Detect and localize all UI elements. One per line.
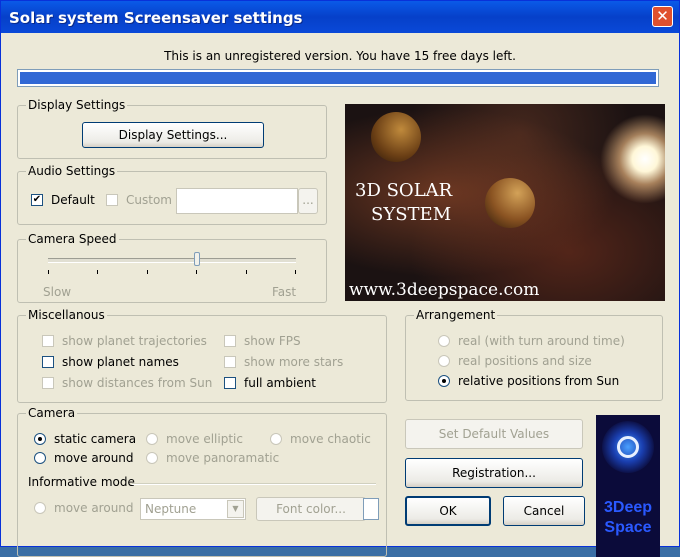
audio-browse-button[interactable]: ... <box>298 188 318 214</box>
move-elliptic-label: move elliptic <box>166 432 243 446</box>
show-planet-trajectories-checkbox[interactable] <box>42 335 54 347</box>
show-planet-names-label: show planet names <box>62 355 179 369</box>
logo-text-line1: 3Deep <box>603 499 653 516</box>
display-settings-group: Display Settings Display Settings... <box>17 98 327 159</box>
camera-speed-thumb[interactable] <box>193 252 200 266</box>
arrangement-real-label: real (with turn around time) <box>458 334 625 348</box>
show-more-stars-label: show more stars <box>244 355 344 369</box>
move-panoramatic-radio[interactable] <box>146 452 158 464</box>
informative-mode-divider <box>132 483 376 485</box>
move-chaotic-radio[interactable] <box>270 433 282 445</box>
miscellanous-legend: Miscellanous <box>26 308 107 322</box>
planet-select-value: Neptune <box>145 502 197 516</box>
ok-button[interactable]: OK <box>405 496 491 526</box>
default-audio-label: Default <box>51 193 95 207</box>
arrangement-group: Arrangement real (with turn around time)… <box>405 308 663 401</box>
miscellanous-group: Miscellanous show planet trajectories sh… <box>17 308 387 403</box>
chevron-down-icon[interactable]: ▼ <box>227 500 244 518</box>
close-icon: ✕ <box>656 7 669 25</box>
3deepspace-logo: 3Deep Space <box>596 415 660 557</box>
planet-select[interactable]: Neptune ▼ <box>140 498 246 520</box>
trial-progress-fill <box>20 72 656 84</box>
fast-label: Fast <box>272 285 297 299</box>
arrangement-relative-radio[interactable] <box>438 375 450 387</box>
radio-selected-dot <box>38 437 42 441</box>
logo-text-line2: Space <box>604 519 652 536</box>
cancel-button[interactable]: Cancel <box>503 496 585 526</box>
informative-mode-label: Informative mode <box>28 475 135 489</box>
show-distances-label: show distances from Sun <box>62 376 213 390</box>
display-settings-button[interactable]: Display Settings... <box>82 122 264 148</box>
move-around-label: move around <box>54 451 134 465</box>
static-camera-label: static camera <box>54 432 137 446</box>
biohazard-ring <box>617 436 639 458</box>
check-icon: ✔ <box>32 194 42 205</box>
show-more-stars-checkbox[interactable] <box>224 356 236 368</box>
settings-window: Solar system Screensaver settings ✕ This… <box>0 0 680 557</box>
custom-audio-label: Custom <box>126 193 172 207</box>
image-website-url: www.3deepspace.com <box>349 280 540 300</box>
static-camera-radio[interactable] <box>34 433 46 445</box>
radio-selected-dot <box>442 379 446 383</box>
full-ambient-label: full ambient <box>244 376 316 390</box>
arrangement-real-positions-label: real positions and size <box>458 354 592 368</box>
camera-legend: Camera <box>26 406 78 420</box>
solar-system-preview-image: 3D SOLAR SYSTEM www.3deepspace.com <box>345 104 665 301</box>
display-settings-legend: Display Settings <box>26 98 128 112</box>
title-bar[interactable]: Solar system Screensaver settings ✕ <box>1 1 679 33</box>
move-elliptic-radio[interactable] <box>146 433 158 445</box>
trial-progress-bar <box>17 69 659 87</box>
arrangement-real-positions-radio[interactable] <box>438 355 450 367</box>
full-ambient-checkbox[interactable] <box>224 377 236 389</box>
show-planet-trajectories-label: show planet trajectories <box>62 334 207 348</box>
window-title: Solar system Screensaver settings <box>9 9 303 27</box>
font-color-button[interactable]: Font color... <box>256 497 366 521</box>
set-default-values-button[interactable]: Set Default Values <box>405 419 583 449</box>
audio-settings-group: Audio Settings ✔ Default Custom ... <box>17 164 327 225</box>
registration-button[interactable]: Registration... <box>405 458 583 488</box>
close-button[interactable]: ✕ <box>652 6 673 27</box>
camera-group: Camera static camera move elliptic move … <box>17 406 387 557</box>
custom-audio-checkbox[interactable] <box>106 194 118 206</box>
camera-speed-group: Camera Speed Slow Fast <box>17 232 327 303</box>
camera-speed-legend: Camera Speed <box>26 232 119 246</box>
arrangement-real-radio[interactable] <box>438 335 450 347</box>
camera-speed-track[interactable] <box>48 258 296 263</box>
audio-settings-legend: Audio Settings <box>26 164 118 178</box>
show-fps-label: show FPS <box>244 334 301 348</box>
arrangement-legend: Arrangement <box>414 308 498 322</box>
font-color-swatch[interactable] <box>363 498 379 520</box>
show-planet-names-checkbox[interactable] <box>42 356 54 368</box>
show-fps-checkbox[interactable] <box>224 335 236 347</box>
client-area: This is an unregistered version. You hav… <box>1 33 679 557</box>
planet-center <box>485 178 535 228</box>
registration-status-text: This is an unregistered version. You hav… <box>164 49 516 63</box>
planet-left <box>371 112 421 162</box>
audio-file-path-input[interactable] <box>176 188 298 214</box>
slow-label: Slow <box>43 285 72 299</box>
show-distances-checkbox[interactable] <box>42 377 54 389</box>
informative-move-around-label: move around <box>54 501 134 515</box>
image-title-line1: 3D SOLAR <box>355 180 453 201</box>
camera-speed-ticks <box>48 270 296 274</box>
image-title-line2: SYSTEM <box>371 204 452 225</box>
move-panoramatic-label: move panoramatic <box>166 451 280 465</box>
informative-move-around-radio[interactable] <box>34 502 46 514</box>
move-around-radio[interactable] <box>34 452 46 464</box>
default-audio-checkbox[interactable]: ✔ <box>31 194 43 206</box>
arrangement-relative-label: relative positions from Sun <box>458 374 620 388</box>
move-chaotic-label: move chaotic <box>290 432 371 446</box>
